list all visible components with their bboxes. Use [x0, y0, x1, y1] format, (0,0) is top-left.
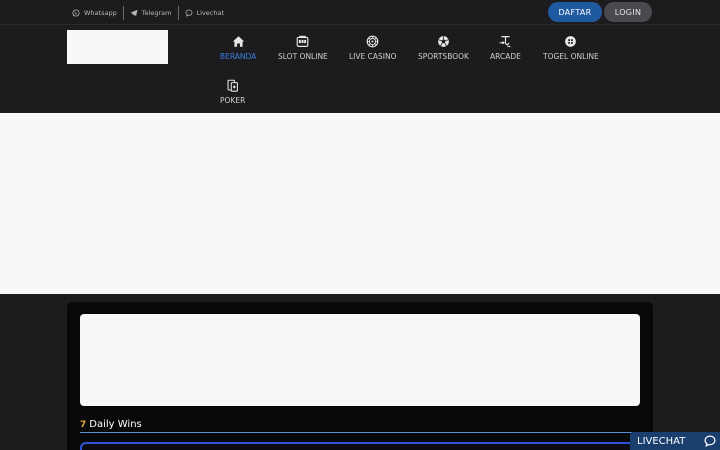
nav-label: BERANDA — [220, 52, 257, 61]
livechat-widget[interactable]: LIVECHAT — [630, 432, 720, 450]
roulette-icon — [366, 35, 379, 48]
contact-whatsapp[interactable]: Whatsapp — [72, 6, 123, 20]
nav-label: SPORTSBOOK — [418, 52, 469, 61]
site-logo[interactable] — [67, 30, 168, 64]
contact-label: Livechat — [196, 9, 225, 17]
cards-icon — [227, 79, 239, 92]
contact-label: Telegram — [141, 9, 172, 17]
login-button[interactable]: LOGIN — [604, 2, 652, 22]
slot-machine-icon — [297, 35, 309, 47]
nav-item-togel-online[interactable]: TOGEL ONLINE — [543, 35, 599, 61]
chat-icon — [185, 9, 192, 17]
nav-label: ARCADE — [490, 52, 521, 61]
content-panel: 7 Daily Wins — [67, 302, 653, 450]
promo-image[interactable] — [80, 314, 640, 406]
top-bar: Whatsapp Telegram Livechat DAFTAR LOGIN — [0, 0, 720, 25]
daily-wins-heading: 7 Daily Wins — [80, 417, 640, 433]
slot-seven-icon: 7 — [80, 419, 87, 430]
nav-item-slot-online[interactable]: SLOT ONLINE — [278, 35, 328, 61]
soccer-ball-icon — [438, 36, 449, 47]
nav-label: LIVE CASINO — [349, 52, 397, 61]
main-header: BERANDA SLOT ONLINE LIVE CASINO SPORTSBO… — [0, 25, 720, 113]
daily-wins-title: Daily Wins — [89, 419, 142, 430]
hero-banner[interactable] — [0, 113, 720, 294]
nav-label: SLOT ONLINE — [278, 52, 328, 61]
contact-label: Whatsapp — [84, 9, 117, 17]
chat-bubble-icon — [704, 435, 716, 447]
register-button[interactable]: DAFTAR — [548, 2, 602, 22]
contact-telegram[interactable]: Telegram — [122, 6, 178, 20]
lottery-ball-icon — [565, 36, 577, 47]
daily-wins-list — [80, 442, 640, 450]
fishing-icon — [499, 36, 511, 48]
nav-item-beranda[interactable]: BERANDA — [220, 35, 256, 61]
nav-item-live-casino[interactable]: LIVE CASINO — [349, 35, 397, 61]
contact-livechat[interactable]: Livechat — [177, 6, 231, 20]
whatsapp-icon — [72, 9, 80, 17]
nav-item-arcade[interactable]: ARCADE — [490, 35, 521, 61]
home-icon — [232, 36, 244, 47]
nav-item-poker[interactable]: POKER — [220, 79, 245, 105]
livechat-label: LIVECHAT — [637, 435, 686, 447]
telegram-icon — [130, 9, 138, 17]
nav-label: POKER — [220, 96, 246, 105]
contact-links: Whatsapp Telegram Livechat — [72, 6, 230, 20]
nav-label: TOGEL ONLINE — [543, 52, 599, 61]
nav-item-sportsbook[interactable]: SPORTSBOOK — [418, 35, 469, 61]
